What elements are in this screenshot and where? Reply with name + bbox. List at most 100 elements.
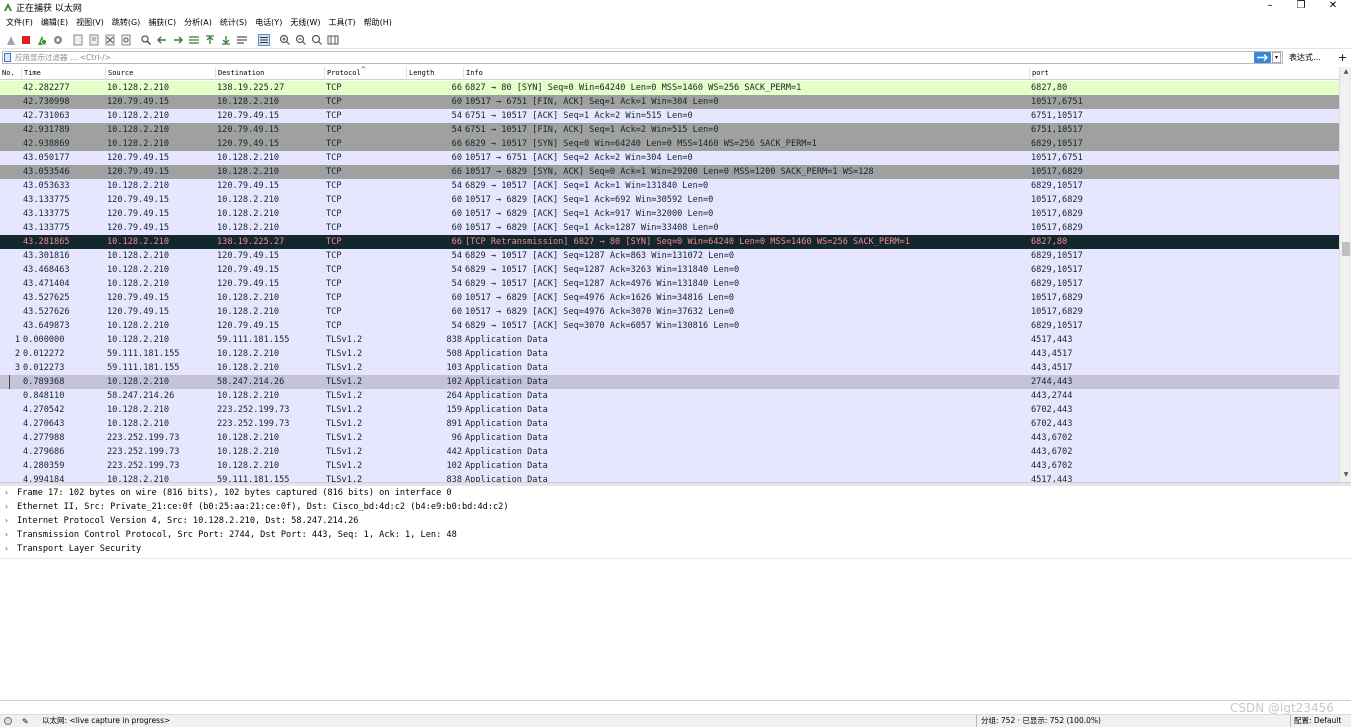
menu-capture[interactable]: 捕获(C) [144,15,180,31]
go-last-packet-icon[interactable] [220,34,232,46]
filter-history-dropdown-icon[interactable]: ▾ [1272,52,1281,63]
zoom-in-icon[interactable] [279,34,291,46]
expand-arrow-icon[interactable]: › [4,486,9,500]
auto-scroll-icon[interactable] [236,34,248,46]
close-button[interactable]: ✕ [1316,0,1350,14]
capture-options-icon[interactable] [52,34,64,46]
maximize-button[interactable]: ❐ [1284,0,1318,14]
packet-cell-time: 43.301816 [23,251,70,261]
packet-row[interactable]: 4.277988 223.252.199.73 10.128.2.210 TLSv1.… [0,431,1339,445]
menu-tools[interactable]: 工具(T) [324,15,359,31]
packet-row[interactable]: 43.527626 120.79.49.15 10.128.2.210 TCP 60 10… [0,305,1339,319]
column-header-no[interactable]: No. [0,67,21,80]
expert-info-icon[interactable] [4,717,12,725]
expand-arrow-icon[interactable]: › [4,542,9,556]
packet-row[interactable]: 43.050177 120.79.49.15 10.128.2.210 TCP 60 10… [0,151,1339,165]
column-header-destination[interactable]: Destination [215,67,324,80]
go-back-icon[interactable] [156,34,168,46]
packet-row[interactable]: 42.731063 10.128.2.210 120.79.49.15 TCP 54 67… [0,109,1339,123]
packet-row[interactable]: 43.301816 10.128.2.210 120.79.49.15 TCP 54 68… [0,249,1339,263]
packet-row[interactable]: 43.133775 120.79.49.15 10.128.2.210 TCP 60 10… [0,221,1339,235]
add-filter-button[interactable]: + [1338,51,1347,64]
stop-capture-icon[interactable] [20,34,32,46]
capture-comment-icon[interactable]: ✎ [22,716,29,727]
packet-row[interactable]: 42.931789 10.128.2.210 120.79.49.15 TCP 54 67… [0,123,1339,137]
packet-row[interactable]: 0.789368 10.128.2.210 58.247.214.26 TLSv1.2… [0,375,1339,389]
packet-cell-time: 0.000000 [23,335,65,345]
packet-row[interactable]: 43.053546 120.79.49.15 10.128.2.210 TCP 66 10… [0,165,1339,179]
menu-go[interactable]: 跳转(G) [108,15,144,31]
packet-row[interactable]: 43.649873 10.128.2.210 120.79.49.15 TCP 54 68… [0,319,1339,333]
menu-wireless[interactable]: 无线(W) [286,15,324,31]
menu-edit[interactable]: 编辑(E) [37,15,72,31]
menu-file[interactable]: 文件(F) [2,15,37,31]
start-capture-icon[interactable] [5,34,17,46]
zoom-normal-icon[interactable] [311,34,323,46]
reload-file-icon[interactable] [120,34,132,46]
column-header-length[interactable]: Length [406,67,463,80]
packet-row[interactable]: 2 0.012272 59.111.181.155 10.128.2.210 TLSv1… [0,347,1339,361]
display-filter-input[interactable]: 应用显示过滤器 … <Ctrl-/> [2,51,1283,64]
profile-label[interactable]: 配置: Default [1290,715,1341,727]
open-file-icon[interactable] [72,34,84,46]
packet-row[interactable]: 43.281865 10.128.2.210 138.19.225.27 TCP 66[… [0,235,1339,249]
column-header-time[interactable]: Time [21,67,105,80]
menu-view[interactable]: 视图(V) [72,15,108,31]
packet-row[interactable]: 42.282277 10.128.2.210 138.19.225.27 TCP 66 6… [0,81,1339,95]
packet-row[interactable]: 42.938869 10.128.2.210 120.79.49.15 TCP 66 68… [0,137,1339,151]
packet-row[interactable]: 4.279686 223.252.199.73 10.128.2.210 TLSv1.… [0,445,1339,459]
scrollbar-thumb[interactable] [1342,242,1350,256]
packet-cell-info: 6827 → 80 [SYN] Seq=0 Win=64240 Len=0 MS… [465,83,802,93]
scroll-down-icon[interactable]: ▼ [1342,471,1350,478]
packet-row[interactable]: 43.053633 10.128.2.210 120.79.49.15 TCP 54 68… [0,179,1339,193]
expand-arrow-icon[interactable]: › [4,500,9,514]
packet-row[interactable]: 4.270643 10.128.2.210 223.252.199.73 TLSv1.… [0,417,1339,431]
packet-row[interactable]: 4.994184 10.128.2.210 59.111.181.155 TLSv1.… [0,473,1339,482]
go-first-packet-icon[interactable] [204,34,216,46]
packet-row[interactable]: 4.280359 223.252.199.73 10.128.2.210 TLSv1.… [0,459,1339,473]
packet-list-scrollbar[interactable]: ▲ ▼ [1339,67,1351,482]
packet-row[interactable]: 43.471404 10.128.2.210 120.79.49.15 TCP 54 68… [0,277,1339,291]
find-packet-icon[interactable] [140,34,152,46]
menu-statistics[interactable]: 统计(S) [216,15,251,31]
packet-row[interactable]: 42.730998 120.79.49.15 10.128.2.210 TCP 60 10… [0,95,1339,109]
minimize-button[interactable]: – [1253,0,1287,14]
bottom-pane-splitter[interactable] [0,700,1351,715]
detail-row-tcp[interactable]: › Transmission Control Protocol, Src Port… [0,528,1351,542]
detail-row-frame[interactable]: › Frame 17: 102 bytes on wire (816 bits),… [0,486,1351,500]
expression-button[interactable]: 表达式… [1289,51,1321,64]
packet-row[interactable]: 43.468463 10.128.2.210 120.79.49.15 TCP 54 68… [0,263,1339,277]
zoom-out-icon[interactable] [295,34,307,46]
detail-row-ipv4[interactable]: › Internet Protocol Version 4, Src: 10.12… [0,514,1351,528]
packet-row[interactable]: 43.133775 120.79.49.15 10.128.2.210 TCP 60 10… [0,193,1339,207]
packet-row[interactable]: 0.848110 58.247.214.26 10.128.2.210 TLSv1.2… [0,389,1339,403]
scroll-up-icon[interactable]: ▲ [1342,68,1350,75]
detail-row-ethernet[interactable]: › Ethernet II, Src: Private_21:ce:0f (b0:… [0,500,1351,514]
expand-arrow-icon[interactable]: › [4,528,9,542]
expand-arrow-icon[interactable]: › [4,514,9,528]
packet-row[interactable]: 3 0.012273 59.111.181.155 10.128.2.210 TLSv1… [0,361,1339,375]
column-header-port[interactable]: port [1029,67,1339,80]
close-file-icon[interactable] [104,34,116,46]
resize-columns-icon[interactable] [327,34,339,46]
packet-cell-port: 10517,6751 [1031,97,1083,107]
go-forward-icon[interactable] [172,34,184,46]
go-to-packet-icon[interactable] [188,34,200,46]
apply-filter-arrow-icon[interactable] [1254,52,1271,63]
save-file-icon[interactable] [88,34,100,46]
menu-analyze[interactable]: 分析(A) [180,15,216,31]
column-header-source[interactable]: Source [105,67,215,80]
menu-help[interactable]: 帮助(H) [360,15,396,31]
packet-cell-time: 43.133775 [23,223,70,233]
filter-bookmark-icon[interactable] [4,53,11,62]
restart-capture-icon[interactable] [36,34,48,46]
packet-row[interactable]: 43.527625 120.79.49.15 10.128.2.210 TCP 60 10… [0,291,1339,305]
packet-row[interactable]: 1 0.000000 10.128.2.210 59.111.181.155 TLSv1… [0,333,1339,347]
column-header-info[interactable]: Info [463,67,1029,80]
menu-telephony[interactable]: 电话(Y) [251,15,286,31]
packet-row[interactable]: 4.270542 10.128.2.210 223.252.199.73 TLSv1.… [0,403,1339,417]
detail-row-tls[interactable]: › Transport Layer Security [0,542,1351,556]
packet-cell-src: 10.128.2.210 [107,419,170,429]
colorize-list-icon[interactable] [258,34,270,46]
packet-row[interactable]: 43.133775 120.79.49.15 10.128.2.210 TCP 60 10… [0,207,1339,221]
